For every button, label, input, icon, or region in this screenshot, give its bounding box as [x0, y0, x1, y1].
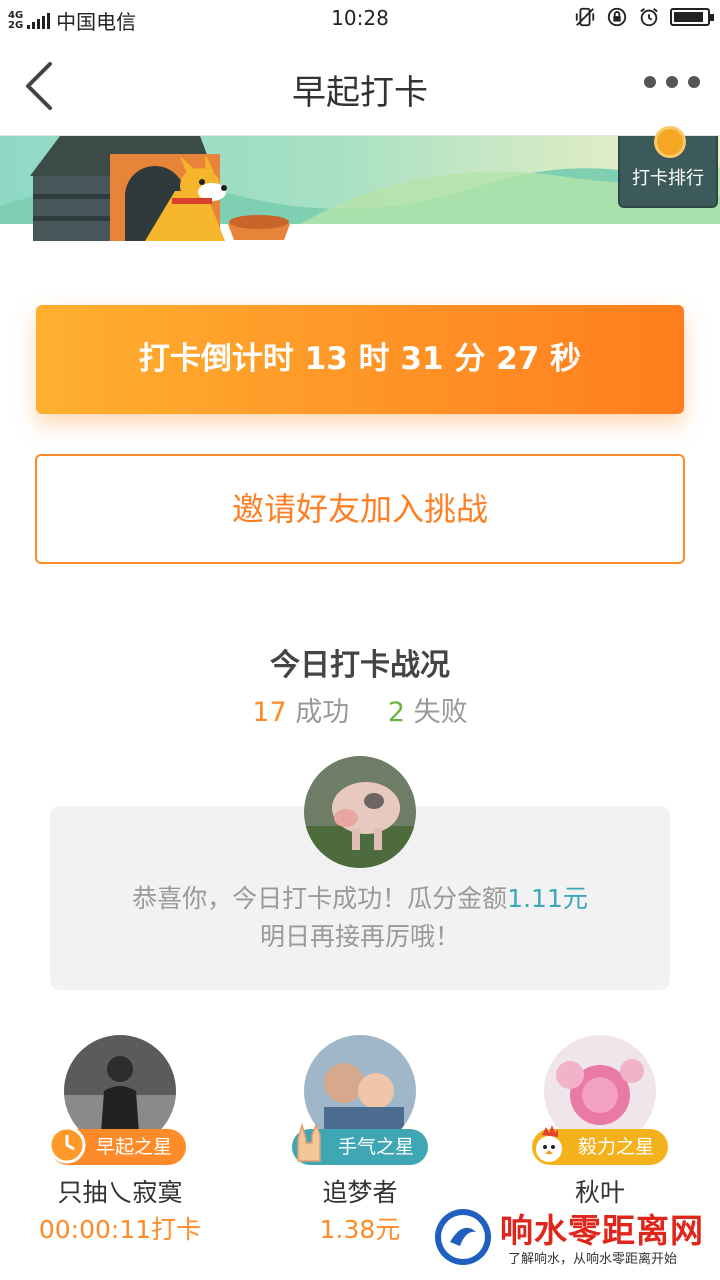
fail-count: 2 [387, 697, 406, 728]
rotation-lock-icon [607, 7, 627, 27]
success-label: 成功 [295, 697, 350, 728]
success-count: 17 [252, 697, 287, 728]
medal-icon [654, 126, 686, 158]
battery-icon [670, 8, 714, 26]
badge-early-star: 早起之星 [48, 1126, 187, 1165]
status-bar: 4G 2G 中国电信 10:28 [0, 0, 720, 38]
today-stats: 17 成功 2 失败 [0, 690, 720, 729]
mute-vibrate-icon [575, 7, 595, 27]
badge-lucky-star: 手气之星 [292, 1122, 429, 1165]
banner-illustration [0, 136, 720, 246]
nav-bar: 早起打卡 [0, 38, 720, 136]
badge-label: 手气之星 [338, 1136, 415, 1158]
alarm-icon [640, 8, 658, 27]
watermark-title: 响水零距离网 [500, 1211, 704, 1250]
badge-label: 毅力之星 [578, 1136, 655, 1158]
star-early-riser[interactable]: 早起之星 只抽乀寂寞 00:00:11打卡 [0, 1035, 240, 1265]
page-title: 早起打卡 [292, 73, 428, 113]
watermark-subtitle: 了解响水，从响水零距离开始 [508, 1252, 678, 1267]
result-amount: 1.11元 [507, 884, 588, 913]
rank-label: 打卡排行 [632, 168, 704, 189]
checkin-countdown-button[interactable]: 打卡倒计时 13 时 31 分 27 秒 [36, 305, 684, 414]
rock-hand-icon [297, 1122, 321, 1162]
invite-friends-button[interactable]: 邀请好友加入挑战 [35, 454, 685, 564]
star-value: 00:00:11打卡 [38, 1215, 202, 1244]
pig-photo [304, 756, 416, 868]
watermark-logo [435, 1209, 491, 1265]
alarm-clock-icon [48, 1126, 86, 1164]
avatar[interactable] [304, 756, 416, 868]
result-line2: 明日再接再厉哦！ [259, 922, 460, 951]
result-message: 恭喜你，今日打卡成功！瓜分金额1.11元 明日再接再厉哦！ [50, 880, 670, 956]
watermark: 响水零距离网 了解响水，从响水零距离开始 [430, 1200, 720, 1280]
today-title: 今日打卡战况 [270, 648, 450, 683]
badge-label: 早起之星 [96, 1136, 173, 1158]
rooster-icon [536, 1125, 562, 1162]
rank-button[interactable]: 打卡排行 [618, 126, 718, 208]
star-name: 只抽乀寂寞 [57, 1178, 183, 1207]
badge-persistence-star: 毅力之星 [532, 1125, 669, 1165]
status-right [574, 6, 714, 28]
result-line1: 恭喜你，今日打卡成功！瓜分金额 [132, 884, 508, 913]
more-options-icon[interactable] [644, 76, 700, 88]
banner [0, 136, 720, 246]
fail-label: 失败 [413, 697, 468, 728]
